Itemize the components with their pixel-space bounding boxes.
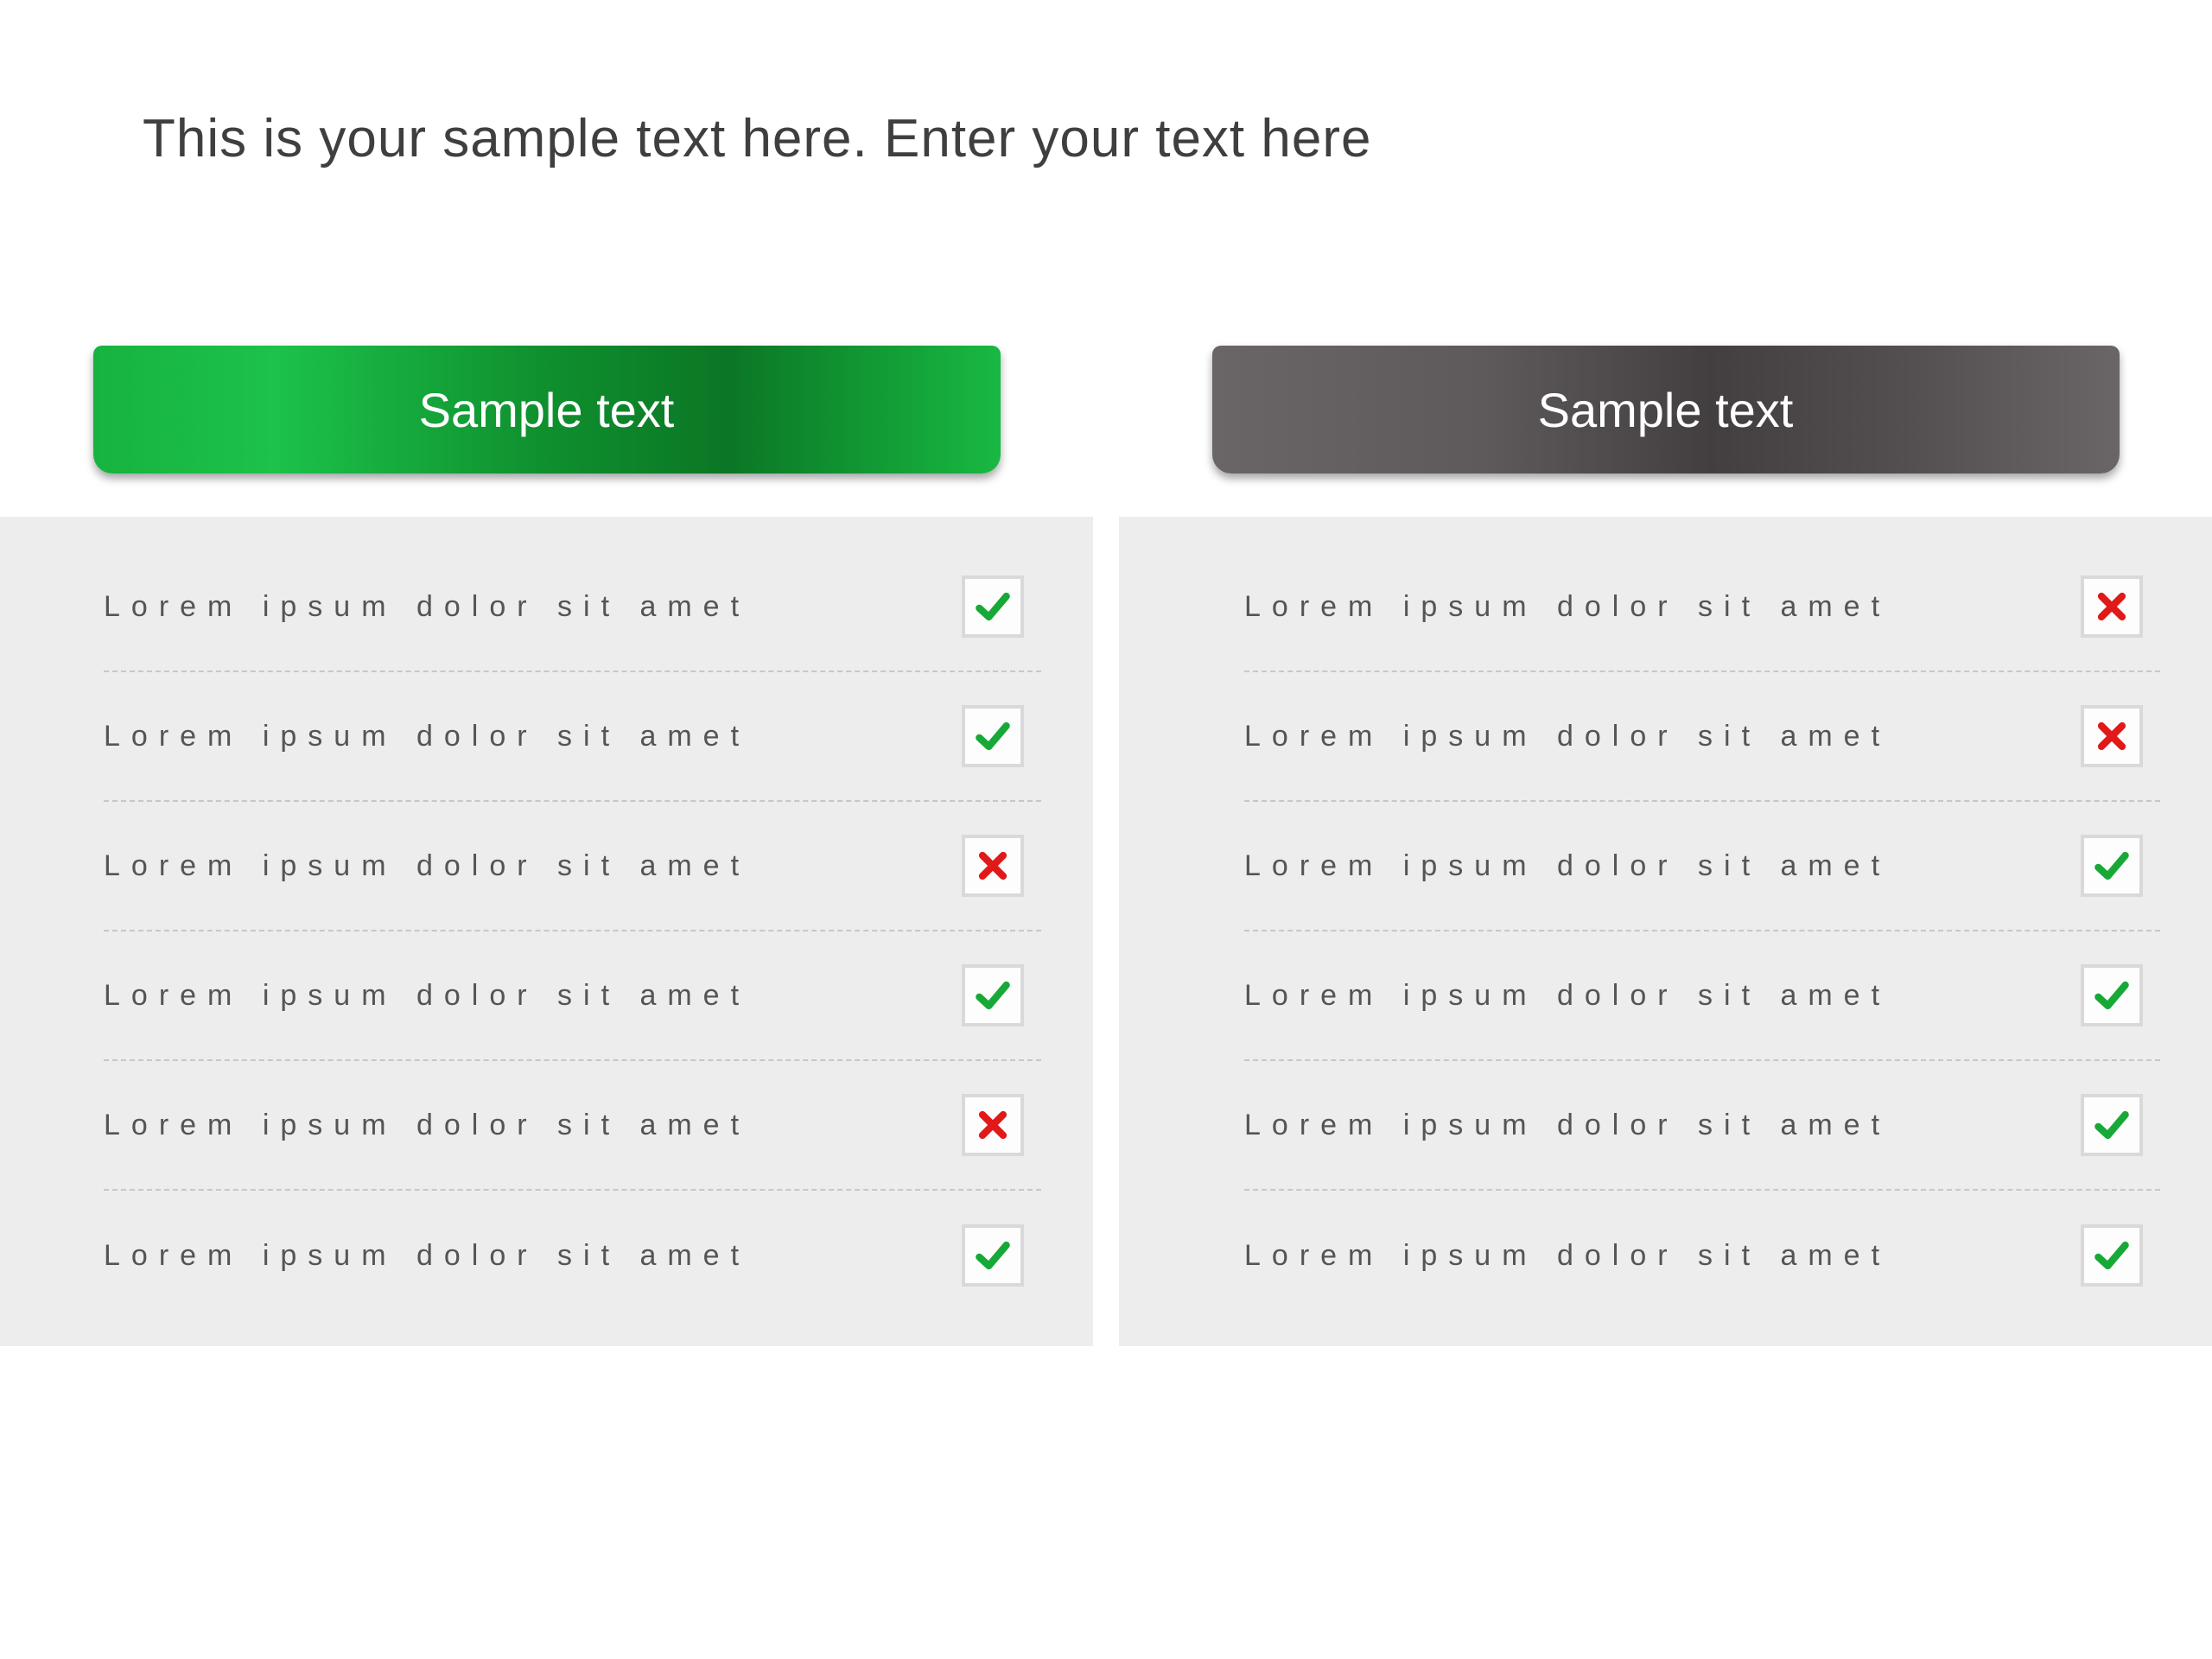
column-left-body: Lorem ipsum dolor sit amet Lorem ipsum d… [0, 517, 1093, 1346]
list-item: Lorem ipsum dolor sit amet [104, 931, 1041, 1061]
column-header-container: Sample text [1119, 346, 2212, 484]
check-icon [962, 705, 1024, 767]
column-left: Sample text Lorem ipsum dolor sit amet L… [0, 346, 1093, 1346]
cross-icon [2081, 705, 2143, 767]
check-icon [962, 964, 1024, 1027]
column-header-container: Sample text [0, 346, 1093, 484]
list-item-label: Lorem ipsum dolor sit amet [104, 1109, 750, 1142]
list-item: Lorem ipsum dolor sit amet [104, 1191, 1041, 1320]
cross-icon [2081, 575, 2143, 638]
slide-page: This is your sample text here. Enter you… [0, 0, 2212, 1659]
list-item: Lorem ipsum dolor sit amet [104, 543, 1041, 672]
check-icon [2081, 835, 2143, 897]
check-icon [2081, 1224, 2143, 1287]
list-item: Lorem ipsum dolor sit amet [1244, 672, 2160, 802]
list-item: Lorem ipsum dolor sit amet [1244, 1061, 2160, 1191]
list-item: Lorem ipsum dolor sit amet [1244, 802, 2160, 931]
column-right: Sample text Lorem ipsum dolor sit amet L… [1119, 346, 2212, 1346]
comparison-columns: Sample text Lorem ipsum dolor sit amet L… [0, 346, 2212, 1346]
cross-icon [962, 1094, 1024, 1156]
cross-icon [962, 835, 1024, 897]
list-item-label: Lorem ipsum dolor sit amet [104, 590, 750, 624]
list-item-label: Lorem ipsum dolor sit amet [1244, 590, 1891, 624]
list-item: Lorem ipsum dolor sit amet [104, 672, 1041, 802]
column-header-green: Sample text [93, 346, 1001, 474]
list-item-label: Lorem ipsum dolor sit amet [104, 849, 750, 883]
list-item-label: Lorem ipsum dolor sit amet [1244, 1109, 1891, 1142]
list-item-label: Lorem ipsum dolor sit amet [1244, 979, 1891, 1013]
check-icon [962, 575, 1024, 638]
list-item-label: Lorem ipsum dolor sit amet [1244, 849, 1891, 883]
list-item-label: Lorem ipsum dolor sit amet [104, 720, 750, 753]
column-header-gray: Sample text [1212, 346, 2120, 474]
column-right-body: Lorem ipsum dolor sit amet Lorem ipsum d… [1119, 517, 2212, 1346]
list-item: Lorem ipsum dolor sit amet [1244, 543, 2160, 672]
list-item: Lorem ipsum dolor sit amet [1244, 931, 2160, 1061]
list-item-label: Lorem ipsum dolor sit amet [1244, 720, 1891, 753]
check-icon [962, 1224, 1024, 1287]
check-icon [2081, 964, 2143, 1027]
list-item: Lorem ipsum dolor sit amet [1244, 1191, 2160, 1320]
list-item-label: Lorem ipsum dolor sit amet [104, 979, 750, 1013]
list-item-label: Lorem ipsum dolor sit amet [104, 1239, 750, 1273]
list-item: Lorem ipsum dolor sit amet [104, 802, 1041, 931]
list-item: Lorem ipsum dolor sit amet [104, 1061, 1041, 1191]
page-title: This is your sample text here. Enter you… [143, 108, 1371, 169]
check-icon [2081, 1094, 2143, 1156]
list-item-label: Lorem ipsum dolor sit amet [1244, 1239, 1891, 1273]
